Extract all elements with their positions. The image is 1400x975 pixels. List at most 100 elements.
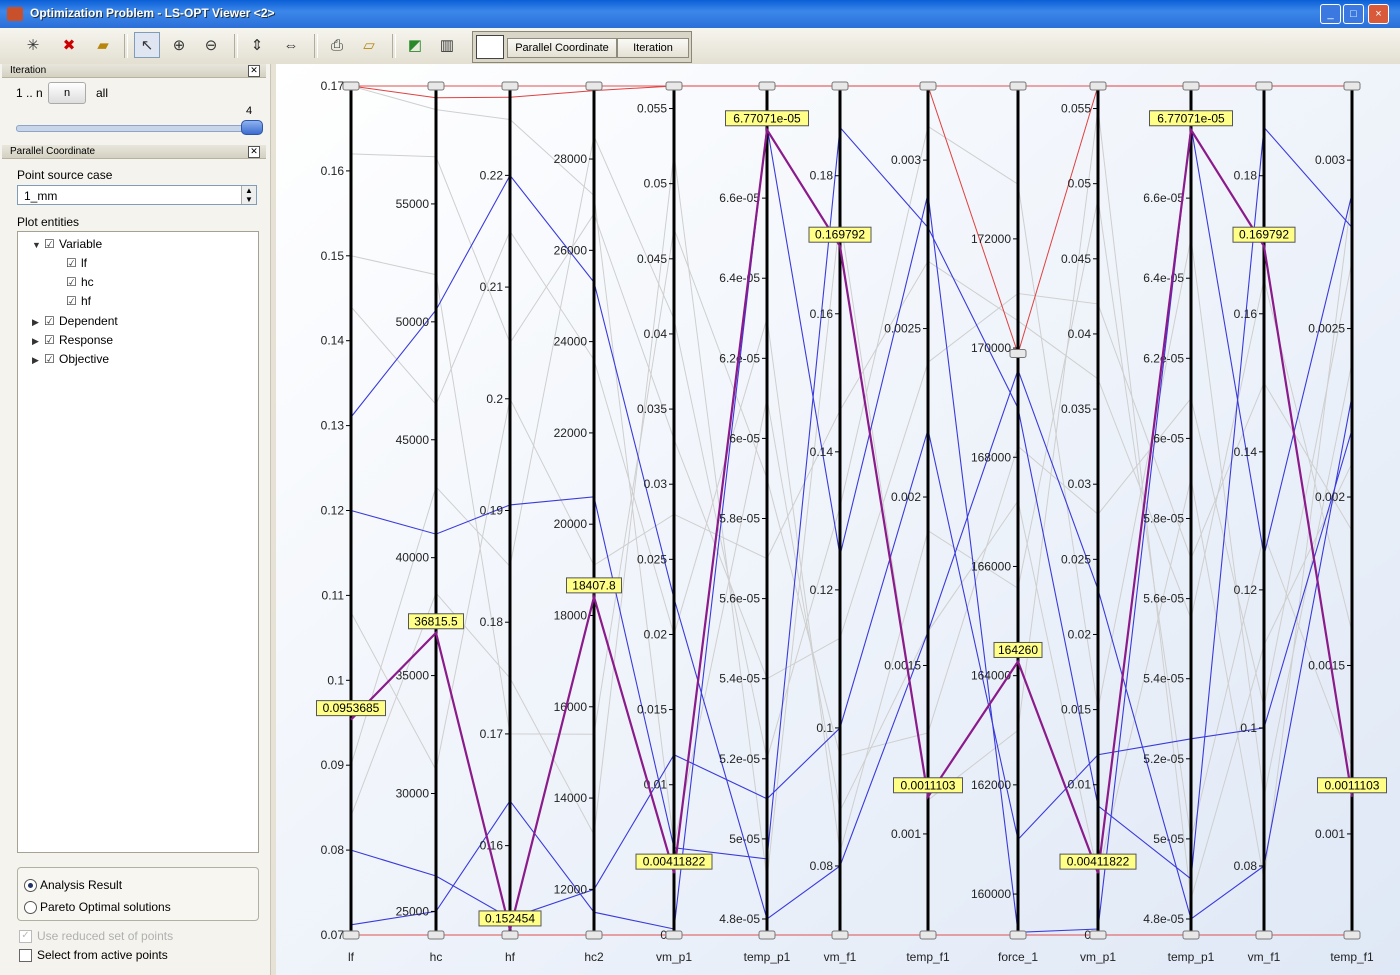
tree-item-response[interactable]: ▶ ☑ Response	[32, 333, 113, 347]
axis-lower-handle[interactable]	[585, 930, 603, 940]
tick-label: 4.8e-05	[1143, 912, 1184, 926]
close-button[interactable]: ×	[1368, 4, 1389, 24]
axis-lower-handle[interactable]	[758, 930, 776, 940]
iteration-panel-header: Iteration ✕	[2, 64, 266, 78]
pc-panel-title: Parallel Coordinate	[10, 146, 96, 157]
point-source-select[interactable]: 1_mm ▲ ▼	[17, 185, 257, 205]
axis-upper-handle[interactable]	[427, 81, 445, 91]
tick-label: 5e-05	[1153, 832, 1184, 846]
tab-iteration[interactable]: Iteration	[617, 38, 689, 58]
axis-name-label: hf	[505, 950, 516, 964]
active-points-checkbox[interactable]	[19, 949, 32, 962]
axis-lower-handle[interactable]	[1182, 930, 1200, 940]
axis-upper-handle[interactable]	[1343, 81, 1361, 91]
app-logo-icon	[7, 7, 23, 21]
tree-item-hc[interactable]: ☑ hc	[66, 275, 94, 289]
tick-label: 0.14	[321, 334, 345, 348]
new-plot-icon[interactable]: ✳	[20, 32, 46, 58]
tree-item-hf[interactable]: ☑ hf	[66, 294, 91, 308]
minimize-button[interactable]: _	[1320, 4, 1341, 24]
axis-upper-handle[interactable]	[758, 81, 776, 91]
value-label: 36815.5	[414, 614, 458, 628]
axis-upper-handle[interactable]	[1089, 81, 1107, 91]
axis-upper-handle[interactable]	[342, 81, 360, 91]
axis-lower-handle[interactable]	[1009, 930, 1027, 940]
tick-label: 6e-05	[729, 431, 760, 445]
tick-label: 0.002	[1315, 490, 1345, 504]
tick-label: 0.08	[321, 843, 345, 857]
axis-lower-handle[interactable]	[1343, 930, 1361, 940]
export-icon[interactable]: ▱	[356, 32, 382, 58]
open-folder-icon[interactable]: ▰	[90, 32, 116, 58]
pointer-icon[interactable]: ↖	[134, 32, 160, 58]
parallel-coordinate-plot[interactable]: 0.07 0.08 0.09 0.1 0.11 0.12 0.13 0.14 0.15 0.16 0…	[276, 64, 1400, 975]
chevron-updown-icon[interactable]: ▲ ▼	[241, 186, 256, 204]
tree-item-variable[interactable]: ▼ ☑ Variable	[32, 237, 102, 251]
axis-lower-handle[interactable]	[427, 930, 445, 940]
close-panel-icon[interactable]: ✕	[248, 146, 260, 158]
tab-parallel-coordinate[interactable]: Parallel Coordinate	[507, 38, 617, 58]
axis-range-handle[interactable]	[1009, 349, 1027, 359]
zoom-in-icon[interactable]: ⊕	[166, 32, 192, 58]
tick-label: 0.0015	[1308, 658, 1345, 672]
tree-item-dependent[interactable]: ▶ ☑ Dependent	[32, 314, 118, 328]
axis-lower-handle[interactable]	[1089, 930, 1107, 940]
tick-label: 0.2	[486, 392, 503, 406]
tick-label: 0.16	[480, 839, 504, 853]
axis-upper-handle[interactable]	[501, 81, 519, 91]
axis-name-label: hc	[430, 950, 443, 964]
axis-lower-handle[interactable]	[501, 930, 519, 940]
axis-upper-handle[interactable]	[1182, 81, 1200, 91]
zoom-out-icon[interactable]: ⊖	[198, 32, 224, 58]
axis-lower-handle[interactable]	[831, 930, 849, 940]
close-panel-icon[interactable]: ✕	[248, 65, 260, 77]
axis-lower-handle[interactable]	[1255, 930, 1273, 940]
expand-horizontal-icon[interactable]: ⇔	[278, 32, 304, 58]
tick-label: 6.4e-05	[1143, 271, 1184, 285]
expand-vertical-icon[interactable]: ⇕	[244, 32, 270, 58]
all-label[interactable]: all	[96, 86, 108, 100]
tick-label: 0.12	[810, 583, 834, 597]
toolbar: ✳ ✖ ▰ ↖ ⊕ ⊖ ⇕ ⇔ ⎙ ▱ ◩ ▥	[0, 28, 1400, 65]
iteration-slider[interactable]	[16, 125, 262, 132]
axis-upper-handle[interactable]	[1009, 81, 1027, 91]
axis-name-label: force_1	[998, 950, 1038, 964]
tick-label: 0.003	[891, 153, 921, 167]
point-source-value: 1_mm	[24, 189, 58, 203]
radio-analysis-result[interactable]	[24, 879, 37, 892]
maximize-button[interactable]: □	[1343, 4, 1364, 24]
tick-label: 0.16	[810, 307, 834, 321]
axis-upper-handle[interactable]	[665, 81, 683, 91]
tick-label: 0.035	[1061, 402, 1091, 416]
tick-label: 0.05	[1068, 177, 1092, 191]
plot-tab-bar: Parallel Coordinate Iteration	[472, 31, 692, 63]
axis-lower-handle[interactable]	[665, 930, 683, 940]
tree-item-objective[interactable]: ▶ ☑ Objective	[32, 352, 109, 366]
tick-label: 5.6e-05	[719, 592, 760, 606]
layout-icon[interactable]: ▥	[434, 32, 460, 58]
n-button[interactable]: n	[48, 82, 86, 104]
reduced-points-checkbox[interactable]: ✓	[19, 930, 32, 943]
axis-lower-handle[interactable]	[919, 930, 937, 940]
radio-pareto-optimal[interactable]	[24, 901, 37, 914]
axis-upper-handle[interactable]	[585, 81, 603, 91]
axis-upper-handle[interactable]	[1255, 81, 1273, 91]
axis-upper-handle[interactable]	[831, 81, 849, 91]
plot-thumbnail[interactable]	[476, 35, 504, 59]
iteration-slider-thumb[interactable]	[241, 120, 263, 135]
iteration-panel-title: Iteration	[10, 65, 47, 76]
tick-label: 5.2e-05	[1143, 752, 1184, 766]
axis-name-label: vm_p1	[1080, 950, 1116, 964]
axis-lower-handle[interactable]	[342, 930, 360, 940]
tick-label: 5.8e-05	[1143, 512, 1184, 526]
tick-label: 0.17	[321, 79, 345, 93]
delete-plot-icon[interactable]: ✖	[56, 32, 82, 58]
checkbox-checked-icon: ☑	[66, 256, 77, 270]
axis-upper-handle[interactable]	[919, 81, 937, 91]
print-icon[interactable]: ⎙	[324, 32, 350, 58]
plot-settings-icon[interactable]: ◩	[402, 32, 428, 58]
tick-label: 6.4e-05	[719, 271, 760, 285]
value-label: 0.00411822	[1067, 855, 1130, 869]
tree-item-lf[interactable]: ☑ lf	[66, 256, 87, 270]
tick-label: 0.08	[810, 859, 834, 873]
